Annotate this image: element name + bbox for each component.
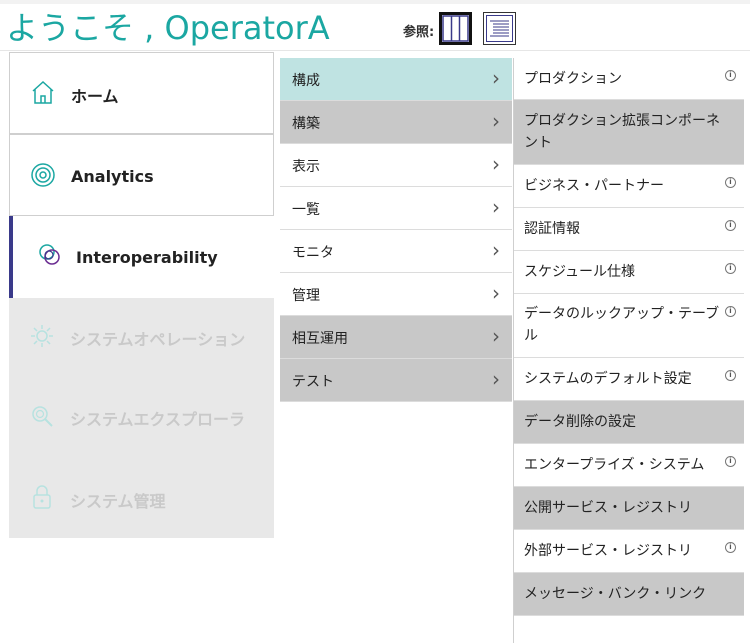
option-external-service-registry[interactable]: 外部サービス・レジストリ i	[514, 530, 744, 573]
header: ようこそ , OperatorA 参照:	[0, 4, 750, 51]
option-business-partners[interactable]: ビジネス・パートナー i	[514, 165, 744, 208]
option-label: ビジネス・パートナー	[524, 178, 664, 194]
chevron-right-icon: ›	[492, 66, 500, 90]
option-label: 外部サービス・レジストリ	[524, 543, 692, 559]
option-message-bank-link[interactable]: メッセージ・バンク・リンク	[514, 573, 744, 616]
submenu-item-label: 一覧	[292, 202, 320, 218]
menu-item-label: システムオペレーション	[70, 330, 246, 349]
options-column: プロダクション i プロダクション拡張コンポーネント ビジネス・パートナー i …	[513, 58, 744, 643]
magnifier-icon	[32, 406, 53, 427]
option-production-extensions[interactable]: プロダクション拡張コンポーネント	[514, 100, 744, 165]
menu-item-home[interactable]: ホーム	[9, 52, 274, 134]
menu-item-analytics[interactable]: Analytics	[9, 134, 274, 216]
submenu-item-label: 相互運用	[292, 331, 348, 347]
submenu-item-label: 構築	[292, 116, 320, 132]
submenu-item-label: 構成	[292, 73, 320, 89]
submenu-item-interoperate[interactable]: 相互運用 ›	[280, 316, 512, 359]
submenu-item-test[interactable]: テスト ›	[280, 359, 512, 402]
option-label: プロダクション拡張コンポーネント	[524, 113, 720, 151]
option-label: データのルックアップ・テーブル	[524, 306, 720, 344]
info-icon[interactable]: i	[725, 456, 736, 467]
option-label: エンタープライズ・システム	[524, 457, 705, 473]
info-icon[interactable]: i	[725, 306, 736, 317]
option-label: 認証情報	[524, 221, 580, 237]
menu-item-label: Analytics	[71, 167, 154, 186]
info-icon[interactable]: i	[725, 177, 736, 188]
option-lookup-tables[interactable]: データのルックアップ・テーブル i	[514, 294, 744, 358]
chevron-right-icon: ›	[492, 109, 500, 133]
menu-item-system-admin: システム管理	[9, 458, 274, 538]
chevron-right-icon: ›	[492, 195, 500, 219]
option-label: スケジュール仕様	[524, 264, 636, 280]
option-system-defaults[interactable]: システムのデフォルト設定 i	[514, 358, 744, 401]
chevron-right-icon: ›	[492, 324, 500, 348]
option-credentials[interactable]: 認証情報 i	[514, 208, 744, 251]
menu-item-system-explorer: システムエクスプローラ	[9, 378, 274, 458]
option-public-service-registry[interactable]: 公開サービス・レジストリ	[514, 487, 744, 530]
lock-icon	[33, 485, 51, 509]
option-label: データ削除の設定	[524, 414, 636, 430]
submenu-item-view[interactable]: 表示 ›	[280, 144, 512, 187]
interoperability-rings-icon	[39, 244, 60, 265]
submenu-item-label: テスト	[292, 374, 334, 390]
menu-item-label: Interoperability	[76, 248, 218, 267]
info-icon[interactable]: i	[725, 70, 736, 81]
info-icon[interactable]: i	[725, 263, 736, 274]
option-purge-settings[interactable]: データ削除の設定	[514, 401, 744, 444]
info-icon[interactable]: i	[725, 542, 736, 553]
submenu-column: 構成 › 構築 › 表示 › 一覧 › モニタ › 管理 › 相互運用 › テス…	[280, 58, 512, 402]
option-enterprise-systems[interactable]: エンタープライズ・システム i	[514, 444, 744, 487]
columns-view-button[interactable]	[439, 12, 472, 45]
submenu-item-build[interactable]: 構築 ›	[280, 101, 512, 144]
list-view-button[interactable]	[483, 12, 516, 45]
option-label: プロダクション	[524, 71, 622, 87]
chevron-right-icon: ›	[492, 367, 500, 391]
submenu-item-manage[interactable]: 管理 ›	[280, 273, 512, 316]
analytics-target-icon	[31, 163, 55, 187]
list-view-icon	[486, 15, 513, 42]
option-label: メッセージ・バンク・リンク	[524, 586, 707, 602]
menu-item-interoperability[interactable]: Interoperability	[9, 216, 274, 298]
submenu-item-list[interactable]: 一覧 ›	[280, 187, 512, 230]
home-icon	[32, 80, 54, 104]
submenu-item-configure[interactable]: 構成 ›	[280, 58, 512, 101]
columns-view-icon	[442, 15, 469, 42]
option-schedule-specs[interactable]: スケジュール仕様 i	[514, 251, 744, 294]
submenu-item-label: 表示	[292, 159, 320, 175]
menu-item-label: ホーム	[71, 87, 119, 106]
chevron-right-icon: ›	[492, 152, 500, 176]
submenu-item-monitor[interactable]: モニタ ›	[280, 230, 512, 273]
menu-item-system-operation: システムオペレーション	[9, 298, 274, 378]
option-label: システムのデフォルト設定	[524, 371, 692, 387]
view-label: 参照:	[403, 25, 435, 40]
info-icon[interactable]: i	[725, 370, 736, 381]
submenu-item-label: 管理	[292, 288, 320, 304]
option-label: 公開サービス・レジストリ	[524, 500, 692, 516]
chevron-right-icon: ›	[492, 238, 500, 262]
gear-icon	[31, 325, 53, 347]
menu-item-label: システム管理	[70, 492, 166, 511]
chevron-right-icon: ›	[492, 281, 500, 305]
left-menu: ホーム Analytics Interoperability システムオペレーシ…	[9, 52, 274, 538]
welcome-title: ようこそ , OperatorA	[6, 9, 330, 47]
info-icon[interactable]: i	[725, 220, 736, 231]
submenu-item-label: モニタ	[292, 245, 334, 261]
option-production[interactable]: プロダクション i	[514, 58, 744, 100]
menu-item-label: システムエクスプローラ	[70, 410, 246, 429]
